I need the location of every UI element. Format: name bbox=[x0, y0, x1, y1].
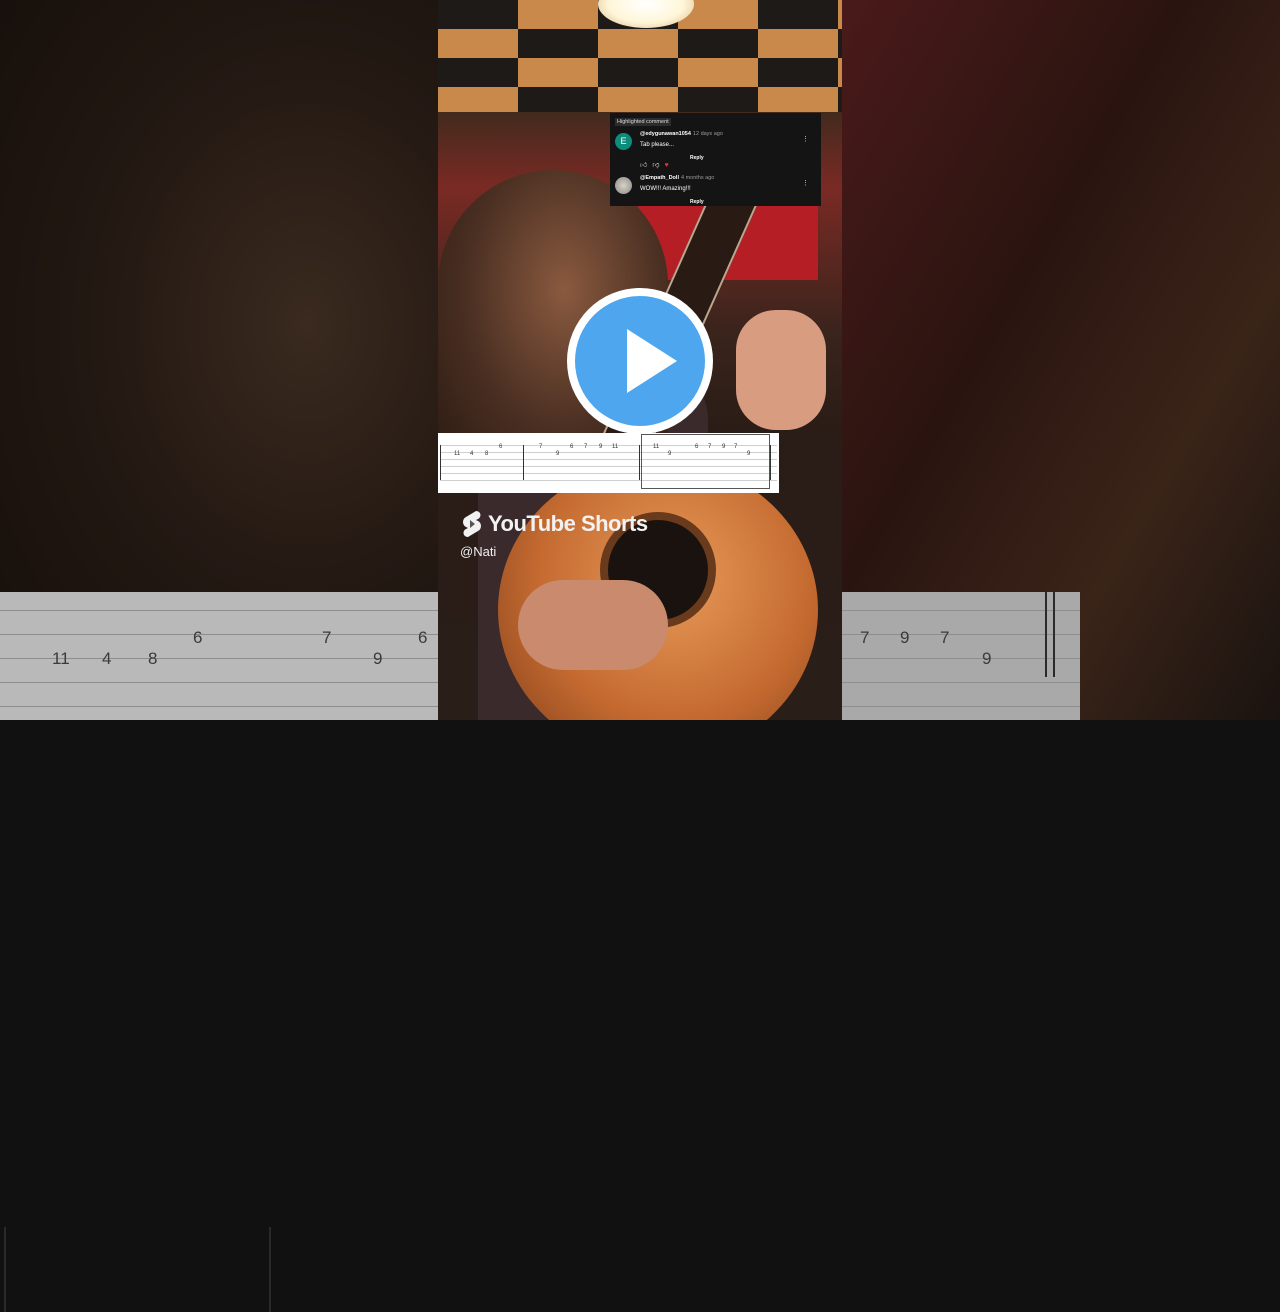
tab-number: 9 bbox=[599, 444, 603, 450]
comment-handle[interactable]: @edygunawan1054 bbox=[640, 131, 691, 137]
thumbs-up-icon[interactable]: 👍︎ bbox=[640, 204, 647, 206]
comment-actions: 👍︎👎︎○ Reply bbox=[640, 198, 704, 206]
tab-number: 6 bbox=[695, 444, 699, 450]
avatar[interactable]: E bbox=[615, 133, 632, 150]
comments-overlay: Highlighted comment E @edygunawan1054 12 … bbox=[610, 113, 821, 206]
reply-button[interactable]: Reply bbox=[690, 199, 704, 205]
tab-number: 9 bbox=[747, 451, 751, 457]
play-button[interactable] bbox=[567, 288, 713, 434]
tab-number: 7 bbox=[734, 444, 738, 450]
bg-tab-number: 7 bbox=[322, 628, 332, 647]
bg-tab-number: 4 bbox=[102, 649, 112, 668]
tab-number: 7 bbox=[584, 444, 588, 450]
background-tab-right: 7 9 7 9 bbox=[842, 592, 1080, 720]
tab-number: 7 bbox=[539, 444, 543, 450]
tab-number: 11 bbox=[612, 444, 619, 450]
background-tab-left: 11 4 8 6 7 9 6 bbox=[0, 592, 438, 1312]
play-icon bbox=[627, 329, 677, 393]
bg-tab-number: 6 bbox=[418, 628, 428, 647]
bg-tab-number: 11 bbox=[52, 649, 70, 668]
bg-tab-number: 9 bbox=[373, 649, 383, 668]
current-measure-highlight bbox=[641, 434, 770, 489]
more-options-icon[interactable]: ⋮ bbox=[802, 179, 809, 187]
tab-number: 6 bbox=[570, 444, 574, 450]
bg-tab-number: 6 bbox=[193, 628, 203, 647]
comment-author[interactable]: @edygunawan1054 12 days ago bbox=[640, 131, 723, 137]
picking-hand bbox=[518, 580, 668, 670]
bg-tab-number: 9 bbox=[900, 628, 910, 647]
bg-tab-number: 9 bbox=[982, 649, 992, 668]
shorts-icon bbox=[463, 511, 481, 537]
comment-time: 12 days ago bbox=[692, 131, 723, 137]
tab-number: 11 bbox=[454, 451, 461, 457]
bg-tab-number: 7 bbox=[940, 628, 950, 647]
tab-number: 9 bbox=[722, 444, 726, 450]
comment-actions: 👍︎ 👎︎ ♥ Reply bbox=[640, 154, 704, 169]
shorts-logo-text: YouTube Shorts bbox=[488, 511, 648, 536]
comment-text: Tab please... bbox=[640, 142, 675, 148]
tab-number: 11 bbox=[653, 444, 660, 450]
tab-number: 6 bbox=[499, 444, 503, 450]
fretting-hand bbox=[736, 310, 826, 430]
comment-item: @Empath_Doll 4 months ago WOW!!! Amazing!… bbox=[610, 171, 821, 206]
comment-time: 4 months ago bbox=[680, 175, 715, 181]
highlighted-comment-label: Highlighted comment bbox=[615, 118, 671, 126]
more-options-icon[interactable]: ⋮ bbox=[802, 135, 809, 143]
tablature-overlay: 11 4 8 6 7 9 6 7 9 11 11 9 6 7 9 7 9 bbox=[438, 433, 779, 493]
tab-number: 9 bbox=[668, 451, 672, 457]
channel-handle[interactable]: @Nati bbox=[460, 544, 496, 559]
thumbs-down-icon[interactable]: 👎︎ bbox=[652, 160, 659, 169]
creator-heart-icon: ♥ bbox=[664, 162, 669, 169]
comment-text: WOW!!! Amazing!!! bbox=[640, 186, 691, 192]
play-button-circle bbox=[575, 296, 705, 426]
tab-number: 9 bbox=[556, 451, 560, 457]
thumbs-up-icon[interactable]: 👍︎ bbox=[640, 160, 647, 169]
thumbs-down-icon[interactable]: 👎︎ bbox=[652, 204, 659, 206]
tab-number: 8 bbox=[485, 451, 489, 457]
avatar[interactable] bbox=[615, 177, 632, 194]
reply-button[interactable]: Reply bbox=[690, 155, 704, 161]
tab-number: 4 bbox=[470, 451, 474, 457]
bg-tab-number: 7 bbox=[860, 628, 870, 647]
comment-item: E @edygunawan1054 12 days ago Tab please.… bbox=[610, 127, 821, 171]
bg-tab-number: 8 bbox=[148, 649, 158, 668]
tab-number: 7 bbox=[708, 444, 712, 450]
comment-handle[interactable]: @Empath_Doll bbox=[640, 175, 679, 181]
comment-author[interactable]: @Empath_Doll 4 months ago bbox=[640, 175, 714, 181]
